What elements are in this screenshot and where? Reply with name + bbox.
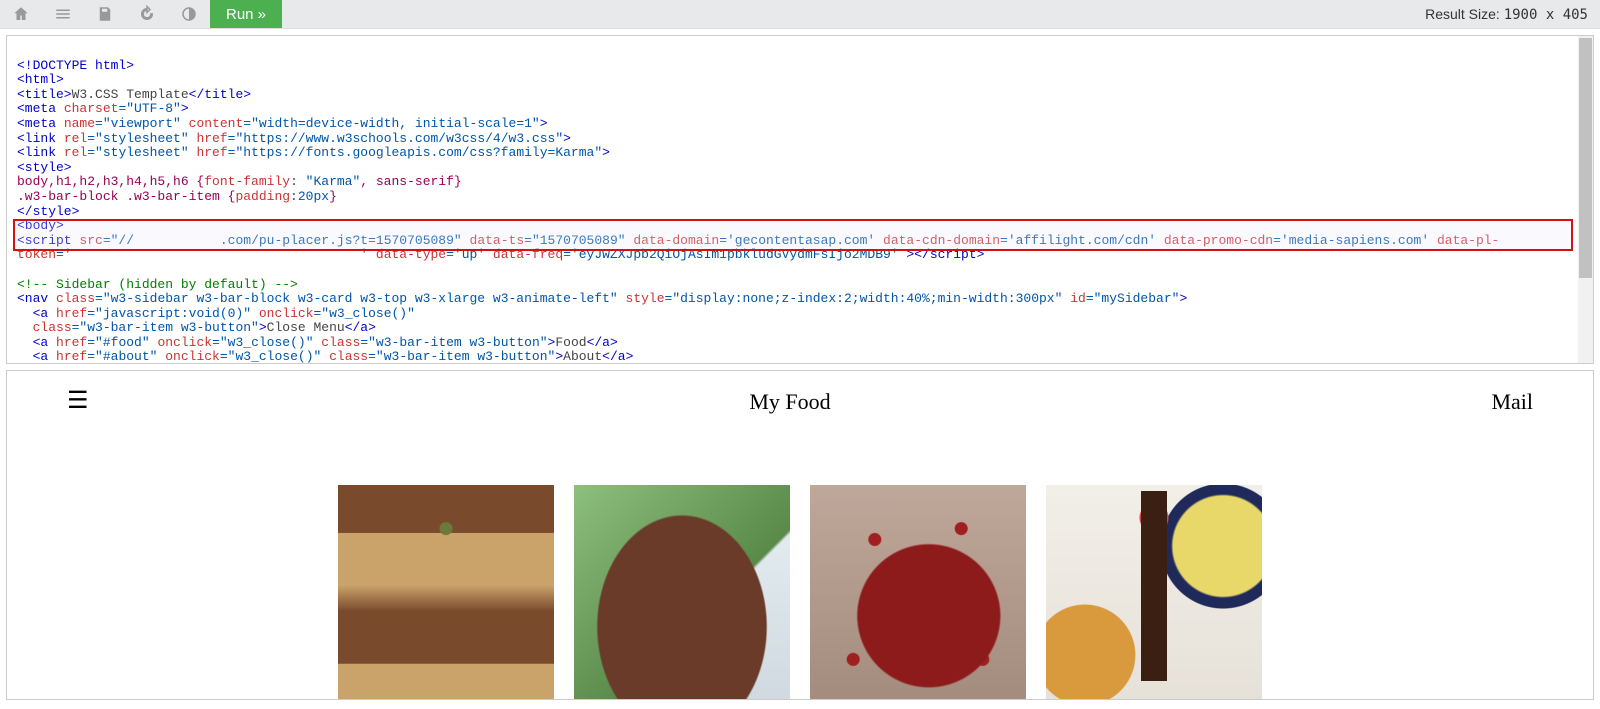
- food-image-sandwich[interactable]: [338, 485, 554, 700]
- page-title: My Food: [749, 389, 830, 415]
- result-size-label: Result Size: 1900 x 405: [1425, 6, 1600, 23]
- result-preview: ☰ My Food Mail: [6, 370, 1594, 700]
- run-button[interactable]: Run »: [210, 0, 282, 28]
- hamburger-icon[interactable]: ☰: [67, 389, 89, 415]
- toolbar: Run » Result Size: 1900 x 405: [0, 0, 1600, 29]
- theme-icon[interactable]: [168, 0, 210, 28]
- code-editor[interactable]: <!DOCTYPE html> <html> <title>W3.CSS Tem…: [6, 35, 1594, 364]
- mail-link[interactable]: Mail: [1491, 389, 1533, 415]
- menu-icon[interactable]: [42, 0, 84, 28]
- code-content: <!DOCTYPE html> <html> <title>W3.CSS Tem…: [7, 36, 1593, 363]
- home-icon[interactable]: [0, 0, 42, 28]
- result-size-prefix: Result Size:: [1425, 6, 1500, 22]
- save-icon[interactable]: [84, 0, 126, 28]
- rotate-icon[interactable]: [126, 0, 168, 28]
- scroll-thumb[interactable]: [1579, 38, 1592, 278]
- result-size-value: 1900 x 405: [1504, 7, 1588, 23]
- editor-scrollbar[interactable]: [1578, 36, 1593, 363]
- food-image-steak[interactable]: [574, 485, 790, 700]
- image-gallery: [7, 485, 1593, 700]
- preview-header: ☰ My Food Mail: [7, 371, 1593, 415]
- food-image-wine[interactable]: [1046, 485, 1262, 700]
- food-image-cherries[interactable]: [810, 485, 1026, 700]
- toolbar-left: Run »: [0, 0, 282, 28]
